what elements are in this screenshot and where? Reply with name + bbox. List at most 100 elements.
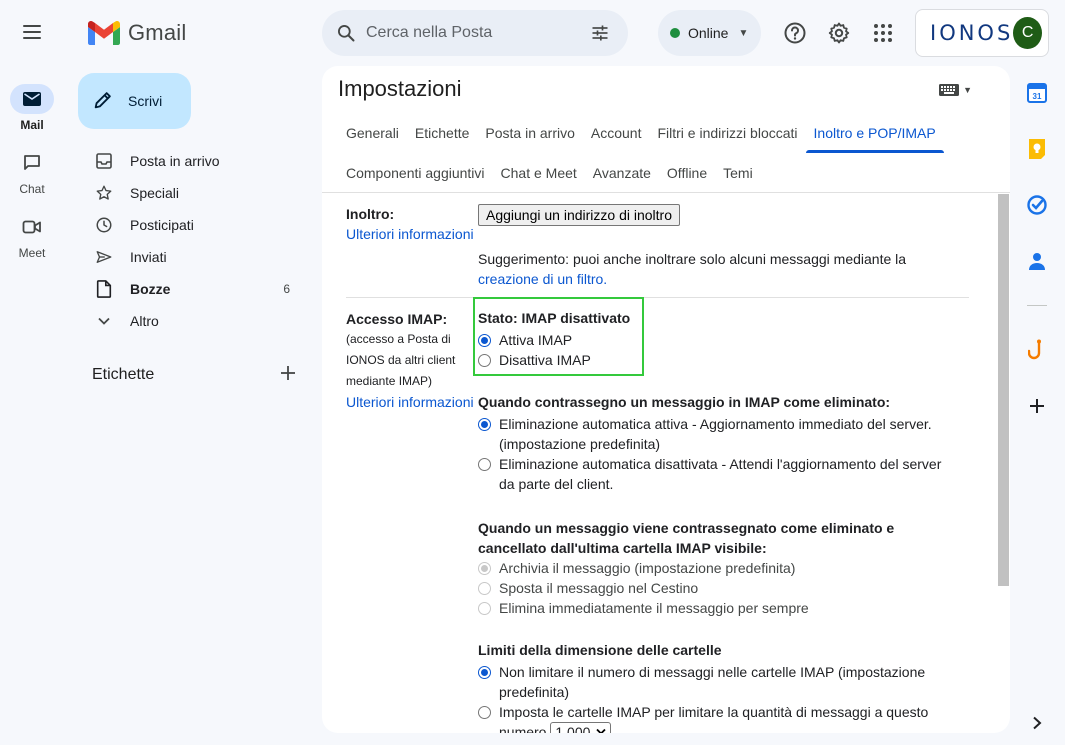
- pencil-icon: [92, 89, 114, 114]
- enable-imap-option[interactable]: Attiva IMAP: [478, 330, 591, 350]
- imap-more-info-link[interactable]: Ulteriori informazioni: [346, 394, 474, 410]
- search-icon[interactable]: [334, 21, 358, 45]
- nav-label: Speciali: [130, 185, 180, 201]
- tab-filters[interactable]: Filtri e indirizzi bloccati: [649, 113, 805, 153]
- settings-tabs-row-1: Generali Etichette Posta in arrivo Accou…: [338, 113, 944, 153]
- tasks-icon[interactable]: [1024, 192, 1050, 218]
- expunge-heading-line: Quando un messaggio viene contrassegnato…: [478, 520, 895, 536]
- nav-item-snoozed[interactable]: Posticipati: [78, 209, 308, 241]
- auto-expunge-off-line: da parte del client.: [499, 476, 614, 492]
- online-status-dot: [670, 28, 680, 38]
- auto-expunge-off-option[interactable]: Eliminazione automatica disattivata - At…: [478, 454, 968, 494]
- add-forwarding-address-button[interactable]: Aggiungi un indirizzo di inoltro: [478, 204, 680, 226]
- set-limit-radio[interactable]: [478, 706, 491, 719]
- tab-inbox[interactable]: Posta in arrivo: [477, 113, 582, 153]
- contacts-icon[interactable]: [1024, 248, 1050, 274]
- search-options-icon[interactable]: [588, 21, 612, 45]
- compose-button[interactable]: Scrivi: [78, 73, 191, 129]
- nav-item-more[interactable]: Altro: [78, 305, 308, 337]
- apps-grid-icon[interactable]: [867, 17, 899, 49]
- account-switcher[interactable]: IONOS C: [915, 9, 1049, 57]
- tab-addons[interactable]: Componenti aggiuntivi: [338, 153, 493, 193]
- settings-scrollbar[interactable]: [998, 194, 1009, 586]
- nav-item-drafts[interactable]: Bozze 6: [78, 273, 308, 305]
- gmail-logo-icon: [88, 21, 120, 45]
- help-icon[interactable]: [779, 17, 811, 49]
- rail-label-meet: Meet: [18, 246, 46, 260]
- settings-tabs-row-2: Componenti aggiuntivi Chat e Meet Avanza…: [338, 153, 761, 193]
- gear-icon[interactable]: [823, 17, 855, 49]
- archive-label: Archivia il messaggio (impostazione pred…: [499, 560, 796, 576]
- folder-limit-select[interactable]: 1.000: [550, 722, 612, 733]
- disable-imap-option[interactable]: Disattiva IMAP: [478, 350, 591, 370]
- keep-icon[interactable]: [1024, 136, 1050, 162]
- settings-panel: Impostazioni ▼ Generali Etichette Posta …: [322, 66, 1010, 733]
- meet-icon: [10, 212, 54, 242]
- tab-accounts[interactable]: Account: [583, 113, 650, 153]
- folder-limits-group: Non limitare il numero di messaggi nelle…: [478, 662, 968, 733]
- nav-label: Bozze: [130, 281, 171, 297]
- chevron-down-icon: ▼: [963, 85, 972, 95]
- auto-expunge-off-radio[interactable]: [478, 458, 491, 471]
- chevron-right-icon[interactable]: [1024, 710, 1050, 736]
- nav-item-sent[interactable]: Inviati: [78, 241, 308, 273]
- nav-label: Posticipati: [130, 217, 194, 233]
- calendar-icon[interactable]: 31: [1024, 80, 1050, 106]
- mail-icon: [10, 84, 54, 114]
- tab-advanced[interactable]: Avanzate: [585, 153, 659, 193]
- chevron-down-icon: ▼: [738, 27, 749, 39]
- forwarding-tip-text: Suggerimento: puoi anche inoltrare solo …: [478, 251, 907, 267]
- rail-item-meet[interactable]: Meet: [0, 212, 64, 260]
- section-divider: [346, 297, 969, 298]
- add-addon-icon[interactable]: [1024, 393, 1050, 419]
- ionos-logo: IONOS: [930, 21, 1014, 45]
- draft-icon: [94, 279, 114, 299]
- tab-forwarding-pop-imap[interactable]: Inoltro e POP/IMAP: [805, 113, 944, 153]
- tab-labels[interactable]: Etichette: [407, 113, 477, 153]
- nav-item-inbox[interactable]: Posta in arrivo: [78, 145, 308, 177]
- forwarding-label: Inoltro:: [346, 206, 395, 222]
- no-limit-option[interactable]: Non limitare il numero di messaggi nelle…: [478, 662, 968, 702]
- top-bar: Gmail Cerca nella Posta Online ▼ IONOS C: [0, 0, 1065, 66]
- no-limit-line: Non limitare il numero di messaggi nelle…: [499, 664, 926, 680]
- tab-themes[interactable]: Temi: [715, 153, 761, 193]
- imap-access-description: (accesso a Posta di IONOS da altri clien…: [346, 329, 455, 392]
- addon-hook-icon[interactable]: [1024, 337, 1050, 363]
- disable-imap-radio[interactable]: [478, 354, 491, 367]
- send-icon: [94, 247, 114, 267]
- auto-expunge-on-line: Eliminazione automatica attiva - Aggiorn…: [499, 416, 932, 432]
- nav-item-starred[interactable]: Speciali: [78, 177, 308, 209]
- trash-option: Sposta il messaggio nel Cestino: [478, 578, 809, 598]
- imap-desc-line: IONOS da altri client: [346, 353, 456, 367]
- avatar[interactable]: C: [1013, 17, 1042, 49]
- chevron-down-icon: [596, 728, 607, 733]
- search-bar[interactable]: Cerca nella Posta: [322, 10, 628, 56]
- gmail-logo[interactable]: Gmail: [88, 18, 186, 48]
- rail-label-chat: Chat: [19, 182, 45, 196]
- input-tools-toggle[interactable]: ▼: [939, 84, 972, 96]
- status-selector[interactable]: Online ▼: [658, 10, 761, 56]
- add-label-icon[interactable]: [280, 365, 296, 386]
- tab-general[interactable]: Generali: [338, 113, 407, 153]
- set-limit-option[interactable]: Imposta le cartelle IMAP per limitare la…: [478, 702, 968, 733]
- auto-expunge-on-radio[interactable]: [478, 418, 491, 431]
- search-input[interactable]: Cerca nella Posta: [366, 24, 588, 42]
- create-filter-link[interactable]: creazione di un filtro.: [478, 269, 978, 289]
- drafts-count-badge: 6: [283, 282, 290, 296]
- rail-label-mail: Mail: [20, 118, 44, 132]
- rail-item-mail[interactable]: Mail: [0, 84, 64, 132]
- side-panel-divider: [1027, 305, 1047, 306]
- enable-imap-radio[interactable]: [478, 334, 491, 347]
- main-menu-button[interactable]: [14, 14, 50, 50]
- tab-chat-meet[interactable]: Chat e Meet: [493, 153, 585, 193]
- delete-forever-option: Elimina immediatamente il messaggio per …: [478, 598, 809, 618]
- folder-nav: Posta in arrivo Speciali Posticipati Inv…: [78, 145, 308, 337]
- trash-label: Sposta il messaggio nel Cestino: [499, 580, 699, 596]
- rail-item-chat[interactable]: Chat: [0, 148, 64, 196]
- tab-offline[interactable]: Offline: [659, 153, 715, 193]
- auto-expunge-off-label: Eliminazione automatica disattivata - At…: [499, 454, 941, 494]
- auto-expunge-on-option[interactable]: Eliminazione automatica attiva - Aggiorn…: [478, 414, 968, 454]
- forwarding-more-info-link[interactable]: Ulteriori informazioni: [346, 226, 474, 242]
- auto-expunge-on-line: (impostazione predefinita): [499, 436, 661, 452]
- no-limit-radio[interactable]: [478, 666, 491, 679]
